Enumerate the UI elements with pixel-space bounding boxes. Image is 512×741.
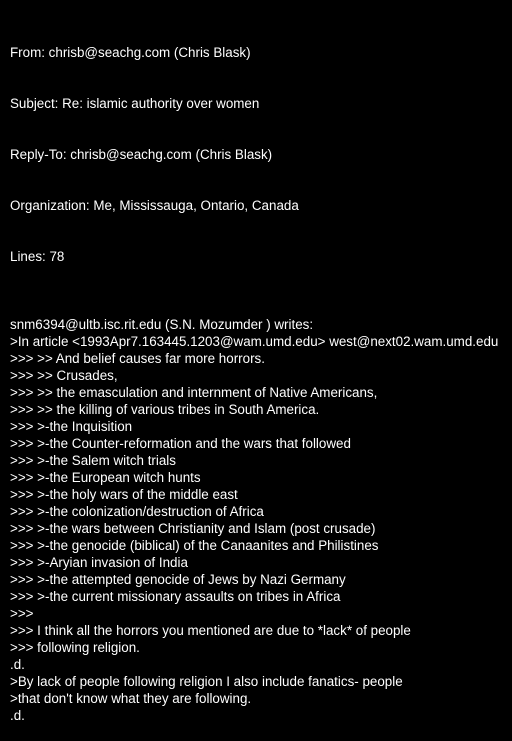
body-line: .d. <box>10 657 25 672</box>
body-line: >>> >-the attempted genocide of Jews by … <box>10 572 346 587</box>
header-lines: Lines: 78 <box>10 249 65 264</box>
body-line: >In article <1993Apr7.163445.1203@wam.um… <box>10 334 499 349</box>
header-reply-to: Reply-To: chrisb@seachg.com (Chris Blask… <box>10 147 273 162</box>
message-view: From: chrisb@seachg.com (Chris Blask) Su… <box>10 10 512 741</box>
header-subject: Subject: Re: islamic authority over wome… <box>10 96 260 111</box>
body-line: >>> >-the current missionary assaults on… <box>10 589 341 604</box>
body-line: >>> following religion. <box>10 640 140 655</box>
body-line: >>> >-the Counter-reformation and the wa… <box>10 436 351 451</box>
body-line: >>> >> Crusades, <box>10 368 118 383</box>
body-line: >>> >> the emasculation and internment o… <box>10 385 378 400</box>
body-line: >>> >-the European witch hunts <box>10 470 201 485</box>
body-line: >>> >-the Inquisition <box>10 419 133 434</box>
body-line: >>> >-Aryian invasion of India <box>10 555 188 570</box>
body-line: >>> >> And belief causes far more horror… <box>10 351 265 366</box>
body-line: >>> >-the holy wars of the middle east <box>10 487 238 502</box>
body-line: >>> >> the killing of various tribes in … <box>10 402 320 417</box>
body-line: >>> I think all the horrors you mentione… <box>10 623 411 638</box>
body-line: >>> >-the wars between Christianity and … <box>10 521 376 536</box>
body-line: >>> >-the Salem witch trials <box>10 453 176 468</box>
body-line: .d. <box>10 708 25 723</box>
body-line: >>> >-the genocide (biblical) of the Can… <box>10 538 379 553</box>
header-from: From: chrisb@seachg.com (Chris Blask) <box>10 45 251 60</box>
header-organization: Organization: Me, Mississauga, Ontario, … <box>10 198 299 213</box>
body-line: snm6394@ultb.isc.rit.edu (S.N. Mozumder … <box>10 317 314 332</box>
body-line: >>> <box>10 606 34 621</box>
body-line: >By lack of people following religion I … <box>10 674 403 689</box>
body-line: >that don't know what they are following… <box>10 691 252 706</box>
body-line <box>10 299 512 316</box>
